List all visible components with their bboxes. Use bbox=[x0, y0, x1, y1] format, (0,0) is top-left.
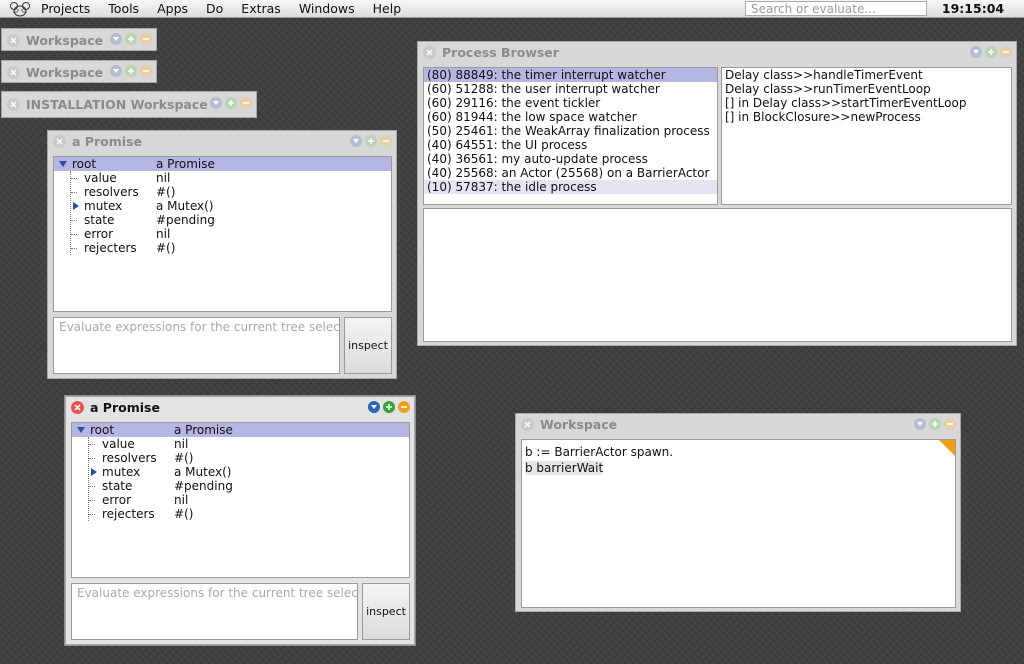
menu-do[interactable]: Do bbox=[197, 0, 232, 18]
chevron-down-icon[interactable] bbox=[110, 33, 122, 45]
chevron-down-icon[interactable] bbox=[350, 135, 362, 147]
close-icon[interactable] bbox=[423, 46, 436, 59]
close-icon[interactable] bbox=[53, 135, 66, 148]
tree-row[interactable]: rejecters #() bbox=[72, 507, 409, 521]
collapse-minus-icon[interactable] bbox=[140, 65, 152, 77]
code-line: b := BarrierActor spawn. bbox=[525, 445, 674, 459]
menu-apps[interactable]: Apps bbox=[148, 0, 197, 18]
tree-row[interactable]: mutex a Mutex() bbox=[72, 465, 409, 479]
menu-tools[interactable]: Tools bbox=[99, 0, 148, 18]
clock: 19:15:04 bbox=[941, 1, 1005, 16]
list-item[interactable]: (50) 25461: the WeakArray finalization p… bbox=[424, 124, 717, 138]
tree-row[interactable]: resolvers #() bbox=[72, 451, 409, 465]
expand-triangle-icon[interactable] bbox=[73, 202, 79, 210]
tree-row[interactable]: rejecters #() bbox=[54, 241, 391, 255]
close-icon[interactable] bbox=[7, 33, 20, 47]
window-title[interactable]: Workspace bbox=[26, 33, 103, 48]
code-line: b barrierWait bbox=[522, 460, 955, 476]
collapsed-workspace-1[interactable]: Workspace bbox=[1, 28, 157, 51]
menu-extras[interactable]: Extras bbox=[232, 0, 290, 18]
menu-help[interactable]: Help bbox=[364, 0, 411, 18]
collapsed-installation-workspace[interactable]: INSTALLATION Workspace bbox=[1, 91, 257, 118]
process-detail-pane[interactable] bbox=[423, 208, 1012, 342]
eval-input[interactable]: Evaluate expressions for the current tre… bbox=[53, 317, 340, 374]
window-title[interactable]: INSTALLATION Workspace bbox=[26, 97, 208, 112]
window-title[interactable]: Workspace bbox=[540, 417, 617, 432]
expand-triangle-icon[interactable] bbox=[77, 427, 85, 433]
chevron-down-icon[interactable] bbox=[914, 418, 926, 430]
list-item[interactable]: (40) 25568: an Actor (25568) on a Barrie… bbox=[424, 166, 717, 180]
list-item[interactable]: (60) 29116: the event tickler bbox=[424, 96, 717, 110]
close-icon[interactable] bbox=[521, 418, 534, 431]
close-icon[interactable] bbox=[7, 97, 20, 111]
search-input[interactable] bbox=[745, 1, 927, 16]
tree-row[interactable]: error nil bbox=[72, 493, 409, 507]
expand-plus-icon[interactable] bbox=[365, 135, 377, 147]
workspace-window: Workspace b := BarrierActor spawn. b bar… bbox=[515, 413, 961, 612]
menu-bar: Projects Tools Apps Do Extras Windows He… bbox=[0, 0, 1024, 18]
tree-row[interactable]: mutex a Mutex() bbox=[54, 199, 391, 213]
list-item[interactable]: (40) 64551: the UI process bbox=[424, 138, 717, 152]
close-icon[interactable] bbox=[7, 65, 20, 79]
collapse-minus-icon[interactable] bbox=[1000, 46, 1012, 58]
chevron-down-icon[interactable] bbox=[210, 97, 222, 109]
collapse-minus-icon[interactable] bbox=[240, 97, 252, 109]
collapse-minus-icon[interactable] bbox=[380, 135, 392, 147]
collapse-minus-icon[interactable] bbox=[140, 33, 152, 45]
collapsed-workspace-2[interactable]: Workspace bbox=[1, 60, 157, 83]
workspace-editor[interactable]: b := BarrierActor spawn. b barrierWait bbox=[521, 439, 956, 608]
list-item[interactable]: Delay class>>handleTimerEvent bbox=[722, 68, 1011, 82]
expand-plus-icon[interactable] bbox=[225, 97, 237, 109]
collapse-minus-icon[interactable] bbox=[944, 418, 956, 430]
list-item[interactable]: (60) 51288: the user interrupt watcher bbox=[424, 82, 717, 96]
menu-windows[interactable]: Windows bbox=[290, 0, 364, 18]
code-line-selected: b barrierWait bbox=[525, 461, 604, 475]
process-browser-window: Process Browser (80) 88849: the timer in… bbox=[417, 41, 1017, 346]
inspector-window-1: a Promise root a Promise value nil resol… bbox=[47, 130, 397, 379]
expand-plus-icon[interactable] bbox=[383, 401, 395, 413]
inspect-button[interactable]: inspect bbox=[362, 583, 410, 640]
tree-row[interactable]: value nil bbox=[72, 437, 409, 451]
process-list[interactable]: (80) 88849: the timer interrupt watcher … bbox=[423, 67, 718, 205]
window-title[interactable]: Process Browser bbox=[442, 45, 559, 60]
expand-plus-icon[interactable] bbox=[125, 33, 137, 45]
chevron-down-icon[interactable] bbox=[110, 65, 122, 77]
eval-input[interactable]: Evaluate expressions for the current tre… bbox=[71, 583, 358, 640]
window-title[interactable]: a Promise bbox=[90, 400, 160, 415]
list-item[interactable]: Delay class>>runTimerEventLoop bbox=[722, 82, 1011, 96]
tree-row[interactable]: error nil bbox=[54, 227, 391, 241]
expand-plus-icon[interactable] bbox=[125, 65, 137, 77]
expand-triangle-icon[interactable] bbox=[59, 161, 67, 167]
list-item[interactable]: (10) 57837: the idle process bbox=[424, 180, 717, 194]
tree-row[interactable]: resolvers #() bbox=[54, 185, 391, 199]
inspector-tree[interactable]: root a Promise value nil resolvers #() m… bbox=[53, 156, 392, 312]
window-title[interactable]: Workspace bbox=[26, 65, 103, 80]
close-icon[interactable] bbox=[71, 401, 84, 414]
list-item[interactable]: [] in Delay class>>startTimerEventLoop bbox=[722, 96, 1011, 110]
list-item[interactable]: [] in BlockClosure>>newProcess bbox=[722, 110, 1011, 124]
dogear-corner-icon[interactable] bbox=[939, 440, 955, 456]
list-item[interactable]: (80) 88849: the timer interrupt watcher bbox=[424, 68, 717, 82]
collapse-minus-icon[interactable] bbox=[398, 401, 410, 413]
inspector-window-2: a Promise root a Promise value nil resol… bbox=[65, 396, 415, 645]
expand-plus-icon[interactable] bbox=[929, 418, 941, 430]
inspector-tree[interactable]: root a Promise value nil resolvers #() m… bbox=[71, 422, 410, 578]
list-item[interactable]: (60) 81944: the low space watcher bbox=[424, 110, 717, 124]
tree-row[interactable]: value nil bbox=[54, 171, 391, 185]
tree-row[interactable]: state #pending bbox=[72, 479, 409, 493]
inspect-button[interactable]: inspect bbox=[344, 317, 392, 374]
chevron-down-icon[interactable] bbox=[368, 401, 380, 413]
expand-plus-icon[interactable] bbox=[985, 46, 997, 58]
expand-triangle-icon[interactable] bbox=[91, 468, 97, 476]
stack-list[interactable]: Delay class>>handleTimerEvent Delay clas… bbox=[721, 67, 1012, 205]
chevron-down-icon[interactable] bbox=[970, 46, 982, 58]
squeak-logo-icon[interactable] bbox=[8, 0, 32, 18]
tree-row[interactable]: state #pending bbox=[54, 213, 391, 227]
tree-row-root[interactable]: root a Promise bbox=[54, 157, 391, 171]
tree-row-root[interactable]: root a Promise bbox=[72, 423, 409, 437]
window-title[interactable]: a Promise bbox=[72, 134, 142, 149]
list-item[interactable]: (40) 36561: my auto-update process bbox=[424, 152, 717, 166]
menu-projects[interactable]: Projects bbox=[32, 0, 99, 18]
